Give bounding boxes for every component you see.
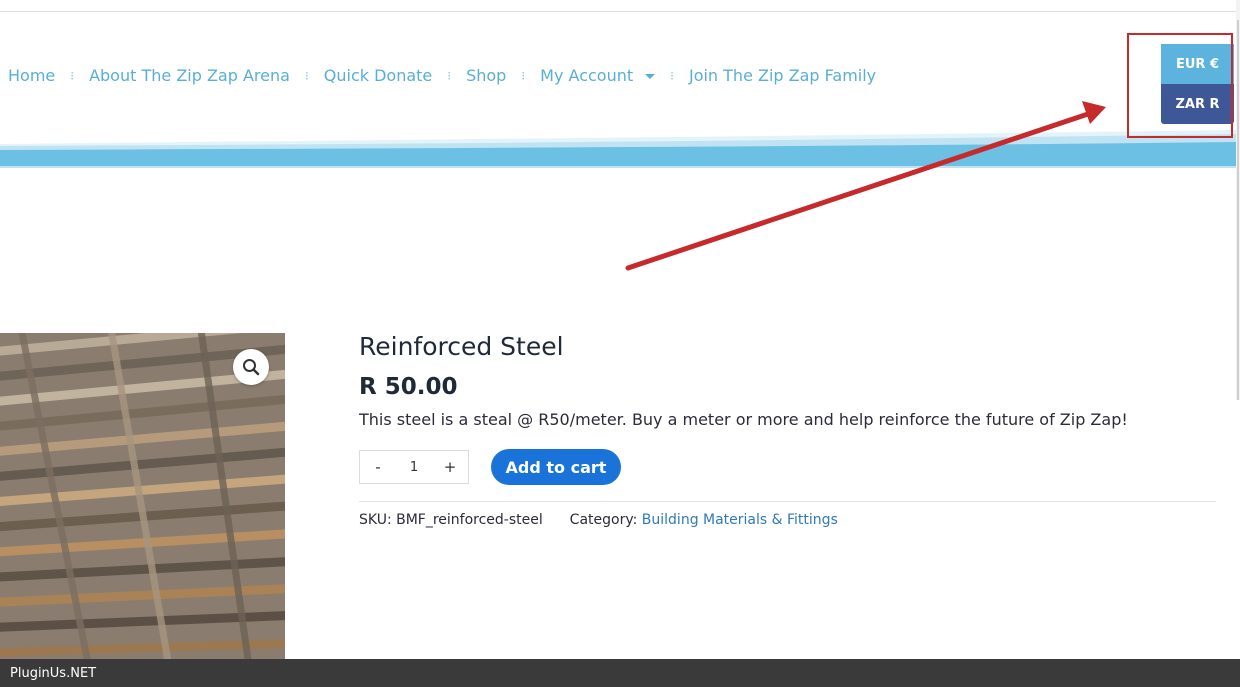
product-description: This steel is a steal @ R50/meter. Buy a… (359, 410, 1128, 429)
chevron-down-icon[interactable] (645, 74, 656, 79)
magnifier-icon[interactable] (233, 349, 269, 385)
sku-value: BMF_reinforced-steel (396, 512, 543, 528)
scrollbar-thumb[interactable] (1237, 20, 1239, 400)
footer-bar: PluginUs.NET (0, 659, 1240, 687)
nav-separator: ⁝ (521, 68, 526, 83)
nav-separator: ⁝ (447, 68, 452, 83)
nav-item-quick-donate[interactable]: Quick Donate (324, 66, 433, 85)
add-to-cart-button[interactable]: Add to cart (491, 449, 621, 485)
main-nav: Home ⁝ About The Zip Zap Arena ⁝ Quick D… (8, 66, 876, 85)
product-price: R 50.00 (359, 374, 458, 400)
highlight-box (1127, 33, 1233, 138)
nav-item-my-account-label: My Account (540, 66, 634, 85)
category-label: Category: (569, 512, 638, 528)
quantity-stepper: - + (359, 450, 469, 484)
quantity-minus-button[interactable]: - (360, 458, 396, 476)
top-divider (0, 0, 1240, 12)
nav-item-home[interactable]: Home (8, 66, 55, 85)
product-meta: SKU: BMF_reinforced-steel Category: Buil… (359, 512, 838, 528)
nav-item-my-account[interactable]: My Account (540, 66, 656, 85)
quantity-plus-button[interactable]: + (432, 458, 468, 476)
quantity-input[interactable] (396, 459, 432, 475)
nav-item-join-family[interactable]: Join The Zip Zap Family (689, 66, 876, 85)
nav-item-shop[interactable]: Shop (466, 66, 506, 85)
category-link[interactable]: Building Materials & Fittings (642, 512, 838, 528)
nav-separator: ⁝ (70, 68, 75, 83)
product-title: Reinforced Steel (359, 332, 564, 361)
meta-divider (359, 501, 1216, 502)
nav-separator: ⁝ (304, 68, 309, 83)
footer-text: PluginUs.NET (10, 665, 97, 681)
nav-separator: ⁝ (670, 68, 674, 83)
header-wave (0, 130, 1236, 168)
sku-label: SKU: (359, 512, 392, 528)
nav-item-about[interactable]: About The Zip Zap Arena (89, 66, 290, 85)
